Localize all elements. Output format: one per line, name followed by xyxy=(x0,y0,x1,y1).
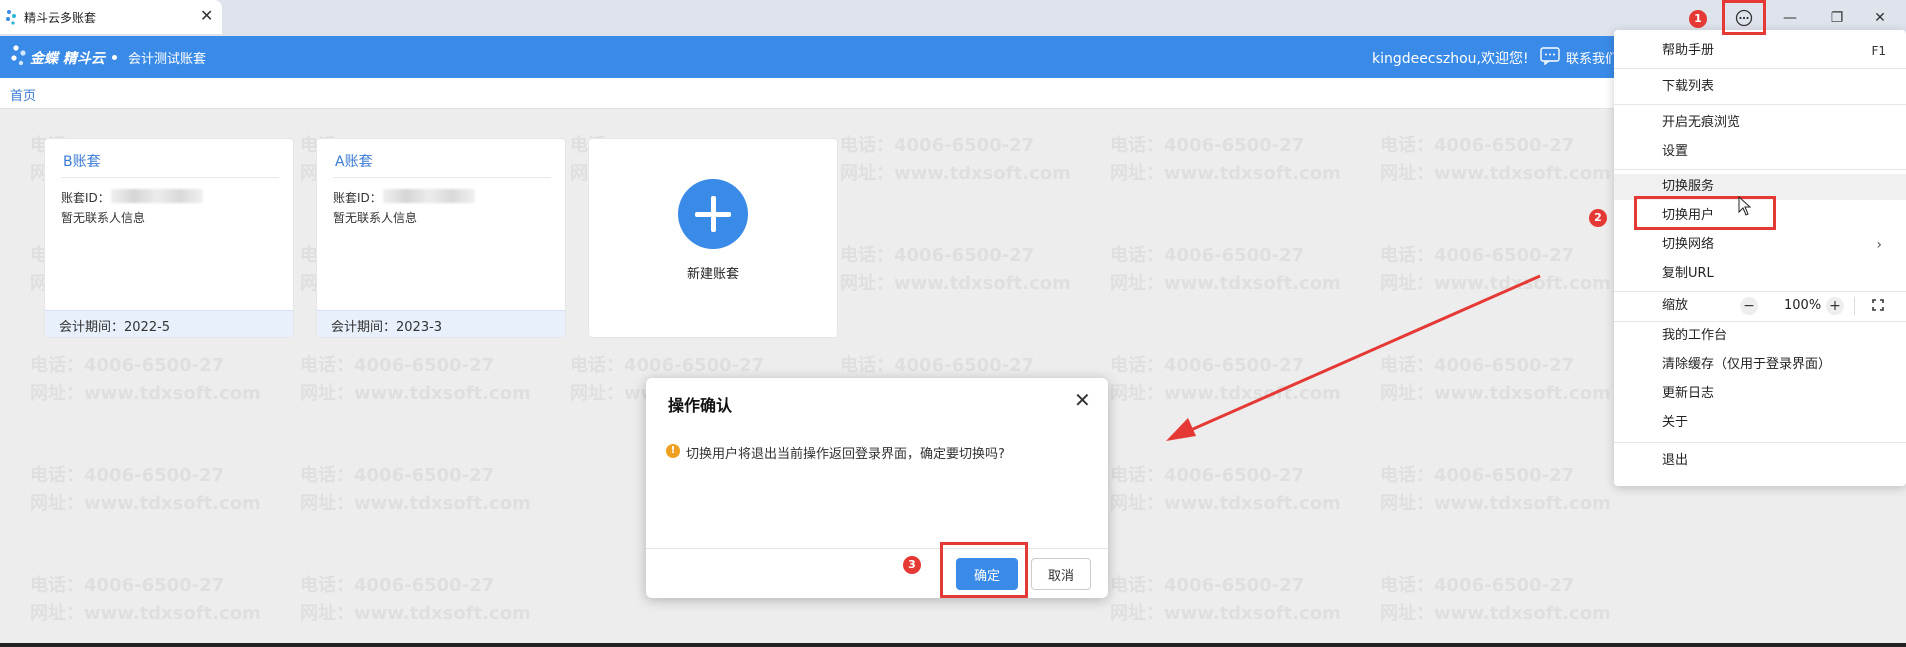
taskbar-edge xyxy=(0,643,1906,647)
annotation-arrow xyxy=(1166,274,1541,441)
mouse-cursor-icon xyxy=(1738,196,1752,216)
